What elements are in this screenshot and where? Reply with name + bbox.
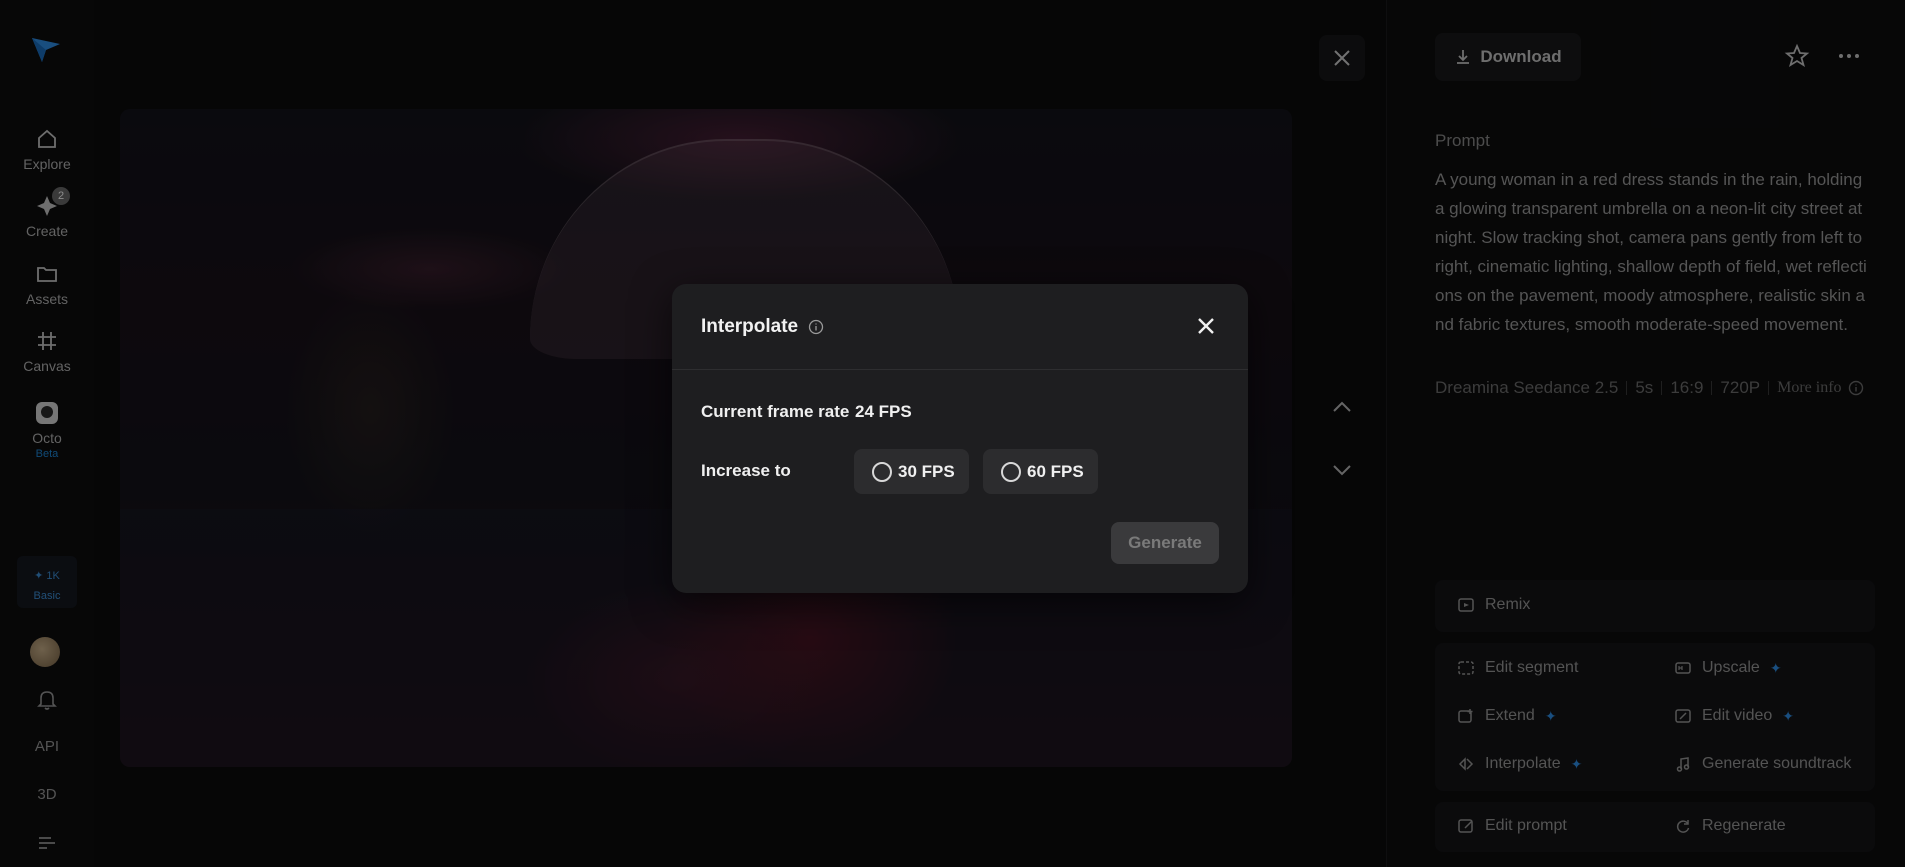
current-frame-rate-value: 24 FPS <box>855 402 912 421</box>
fps-option-30[interactable]: 30 FPS <box>854 449 969 494</box>
interpolate-dialog: Interpolate Current frame rate 24 FPS In… <box>672 284 1248 593</box>
info-icon[interactable] <box>808 319 824 335</box>
close-icon[interactable] <box>1192 312 1220 340</box>
fps-option-60[interactable]: 60 FPS <box>983 449 1098 494</box>
increase-to-label: Increase to <box>701 461 791 480</box>
app: Explore 2 Create Assets Canvas Octo Beta… <box>0 0 1905 867</box>
current-frame-rate-label: Current frame rate <box>701 402 850 421</box>
generate-button[interactable]: Generate <box>1111 522 1219 564</box>
dialog-title: Interpolate <box>701 316 824 338</box>
radio-icon <box>1001 461 1021 482</box>
radio-icon <box>872 461 892 482</box>
